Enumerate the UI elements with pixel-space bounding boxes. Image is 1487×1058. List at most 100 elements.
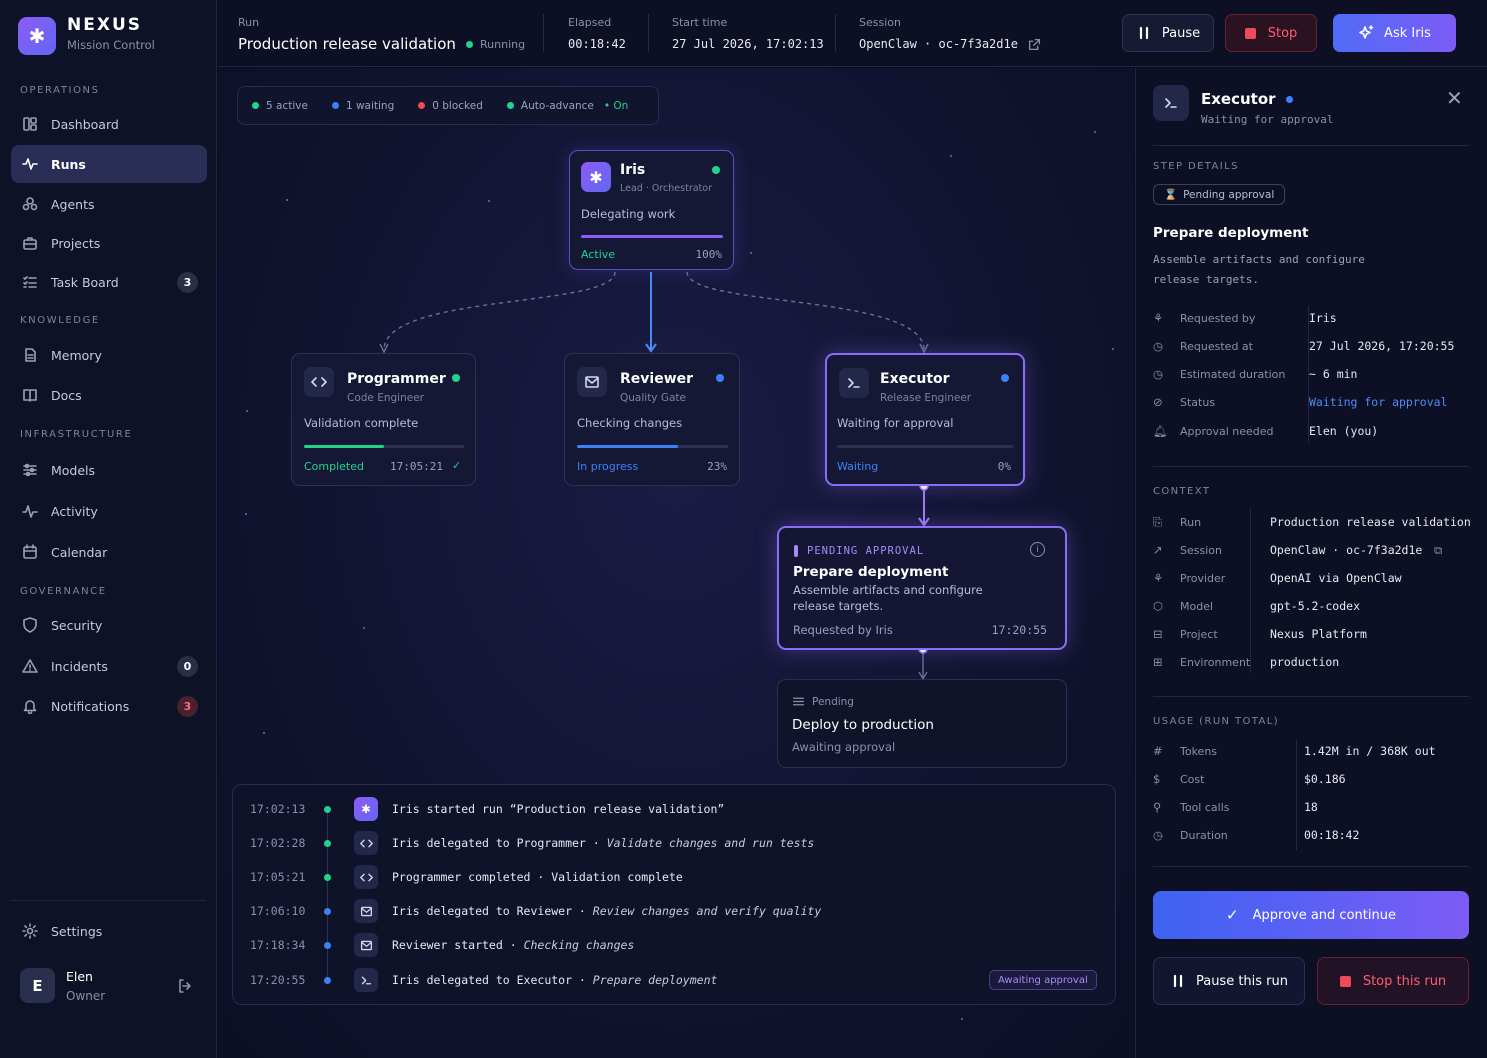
sidebar-item-settings[interactable]: Settings	[11, 912, 207, 950]
panel-divider	[1153, 466, 1469, 467]
log-dot	[324, 873, 331, 881]
sidebar-item-docs[interactable]: Docs	[11, 376, 207, 414]
dollar-icon: $	[1153, 772, 1161, 786]
stop-icon	[1244, 27, 1256, 39]
avatar[interactable]: E	[20, 968, 55, 1003]
sidebar-item-memory[interactable]: Memory	[11, 336, 207, 374]
terminal-glyph	[848, 378, 860, 388]
sidebar-item-notifications[interactable]: Notifications 3	[11, 687, 207, 725]
node-description: Delegating work	[581, 207, 676, 221]
ask-iris-button[interactable]: Ask Iris	[1333, 14, 1456, 52]
stop-button[interactable]: Stop	[1225, 14, 1317, 52]
approve-button[interactable]: ✓ Approve and continue	[1153, 891, 1469, 939]
context-session[interactable]: ↗ Session OpenClaw · oc-7f3a2d1e ⧉	[1153, 540, 1473, 560]
node-status-dot	[716, 374, 724, 382]
sidebar-item-projects[interactable]: Projects	[11, 224, 207, 262]
log-entry[interactable]: 17:02:28 Iris delegated to Programmer · …	[233, 828, 1115, 858]
usage-key: Cost	[1180, 772, 1205, 786]
sidebar-item-label: Task Board	[51, 274, 119, 290]
checklist-icon	[23, 276, 37, 288]
usage-key: Tokens	[1180, 744, 1218, 758]
node-iris[interactable]: ✱ Iris Lead · Orchestrator Delegating wo…	[569, 150, 734, 270]
context-key: Project	[1180, 627, 1218, 641]
sidebar-item-label: Security	[51, 617, 103, 633]
log-message: Reviewer started ·	[392, 938, 524, 952]
sidebar-item-label: Calendar	[51, 544, 108, 560]
context-key: Model	[1180, 599, 1214, 613]
sidebar-item-label: Runs	[51, 156, 86, 172]
detail-value: Elen (you)	[1309, 424, 1379, 438]
usage-key: Tool calls	[1180, 800, 1230, 814]
progress-fill	[581, 235, 723, 238]
approval-time: 17:20:55	[991, 623, 1047, 637]
activity-log: 17:02:13 ✱ Iris started run “Production …	[232, 784, 1116, 1005]
usage-tool-calls: ⚲ Tool calls 18	[1153, 797, 1473, 817]
log-entry[interactable]: 17:20:55 Iris delegated to Executor · Pr…	[233, 965, 1115, 995]
workflow-canvas[interactable]: 5 active 1 waiting 0 blocked Auto-advanc…	[218, 68, 1134, 1058]
status-dot	[466, 41, 473, 48]
detail-value: Iris	[1309, 311, 1337, 325]
log-entry[interactable]: 17:18:34 Reviewer started · Checking cha…	[233, 930, 1115, 960]
log-entry[interactable]: 17:02:13 ✱ Iris started run “Production …	[233, 794, 1115, 824]
sidebar-item-dashboard[interactable]: Dashboard	[11, 105, 207, 143]
ask-iris-label: Ask Iris	[1384, 25, 1431, 41]
log-text: Iris delegated to Executor · Prepare dep…	[392, 973, 717, 987]
close-icon[interactable]: ✕	[1446, 86, 1463, 110]
detail-key: Requested by	[1180, 311, 1256, 325]
status-dot	[1285, 95, 1293, 103]
session-link[interactable]: OpenClaw · oc-7f3a2d1e	[859, 37, 1041, 51]
reviewer-icon	[354, 933, 378, 957]
header-divider	[648, 14, 649, 52]
header-divider	[543, 14, 544, 52]
node-description: Waiting for approval	[837, 416, 954, 430]
sidebar-item-security[interactable]: Security	[11, 606, 207, 644]
panel-title: Executor	[1201, 90, 1300, 108]
pause-run-button[interactable]: Pause this run	[1153, 957, 1305, 1005]
terminal-glyph	[1165, 98, 1177, 108]
session-value: OpenClaw · oc-7f3a2d1e	[859, 37, 1018, 51]
sidebar-item-models[interactable]: Models	[11, 451, 207, 489]
sidebar-item-activity[interactable]: Activity	[11, 492, 207, 530]
log-text: Iris delegated to Programmer · Validate …	[392, 836, 814, 850]
shield-icon	[23, 617, 37, 633]
stop-run-button[interactable]: Stop this run	[1317, 957, 1469, 1005]
log-entry[interactable]: 17:06:10 Iris delegated to Reviewer · Re…	[233, 896, 1115, 926]
detail-value: Waiting for approval	[1309, 395, 1448, 409]
sidebar-divider	[11, 900, 206, 901]
detail-requested-by: ⚘ Requested by Iris	[1153, 308, 1473, 328]
node-programmer[interactable]: Programmer Code Engineer Validation comp…	[291, 353, 476, 486]
hash-icon: #	[1153, 744, 1163, 758]
logout-icon[interactable]	[177, 978, 193, 994]
node-role: Release Engineer	[880, 392, 972, 404]
log-entry[interactable]: 17:05:21 Programmer completed · Validati…	[233, 862, 1115, 892]
pending-approval-card[interactable]: PENDING APPROVAL i Prepare deployment As…	[777, 526, 1067, 650]
pause-button[interactable]: Pause	[1122, 14, 1214, 52]
run-header: Run Production release validation Runnin…	[218, 0, 1487, 67]
sidebar-item-runs[interactable]: Runs	[11, 145, 207, 183]
user-name: Elen	[66, 969, 93, 984]
info-icon[interactable]: i	[1030, 542, 1045, 557]
usage-cost: $ Cost $0.186	[1153, 769, 1473, 789]
run-status: Running	[466, 38, 525, 51]
run-status-label: Running	[480, 38, 526, 51]
progress-bar	[581, 235, 723, 238]
sidebar-item-label: Docs	[51, 387, 82, 403]
node-reviewer[interactable]: Reviewer Quality Gate Checking changes I…	[564, 353, 740, 486]
node-executor[interactable]: Executor Release Engineer Waiting for ap…	[825, 353, 1025, 486]
approval-requested-by: Requested by Iris	[793, 623, 893, 637]
context-value: OpenClaw · oc-7f3a2d1e	[1270, 543, 1423, 557]
deploy-node[interactable]: Pending Deploy to production Awaiting ap…	[777, 679, 1067, 768]
context-provider: ⚘ Provider OpenAI via OpenClaw	[1153, 568, 1473, 588]
sidebar-item-incidents[interactable]: Incidents 0	[11, 647, 207, 685]
inbox-glyph	[360, 906, 372, 916]
external-link-icon[interactable]: ⧉	[1434, 543, 1442, 558]
sidebar-item-calendar[interactable]: Calendar	[11, 533, 207, 571]
step-description: Assemble artifacts and configure release…	[1153, 253, 1365, 286]
document-icon	[25, 348, 36, 362]
awaiting-approval-badge: Awaiting approval	[989, 970, 1097, 990]
context-key: Environment	[1180, 655, 1251, 669]
sidebar-item-label: Incidents	[51, 658, 108, 674]
sidebar-item-agents[interactable]: Agents	[11, 185, 207, 223]
sidebar-item-label: Agents	[51, 196, 95, 212]
sidebar-item-task-board[interactable]: Task Board 3	[11, 263, 207, 301]
